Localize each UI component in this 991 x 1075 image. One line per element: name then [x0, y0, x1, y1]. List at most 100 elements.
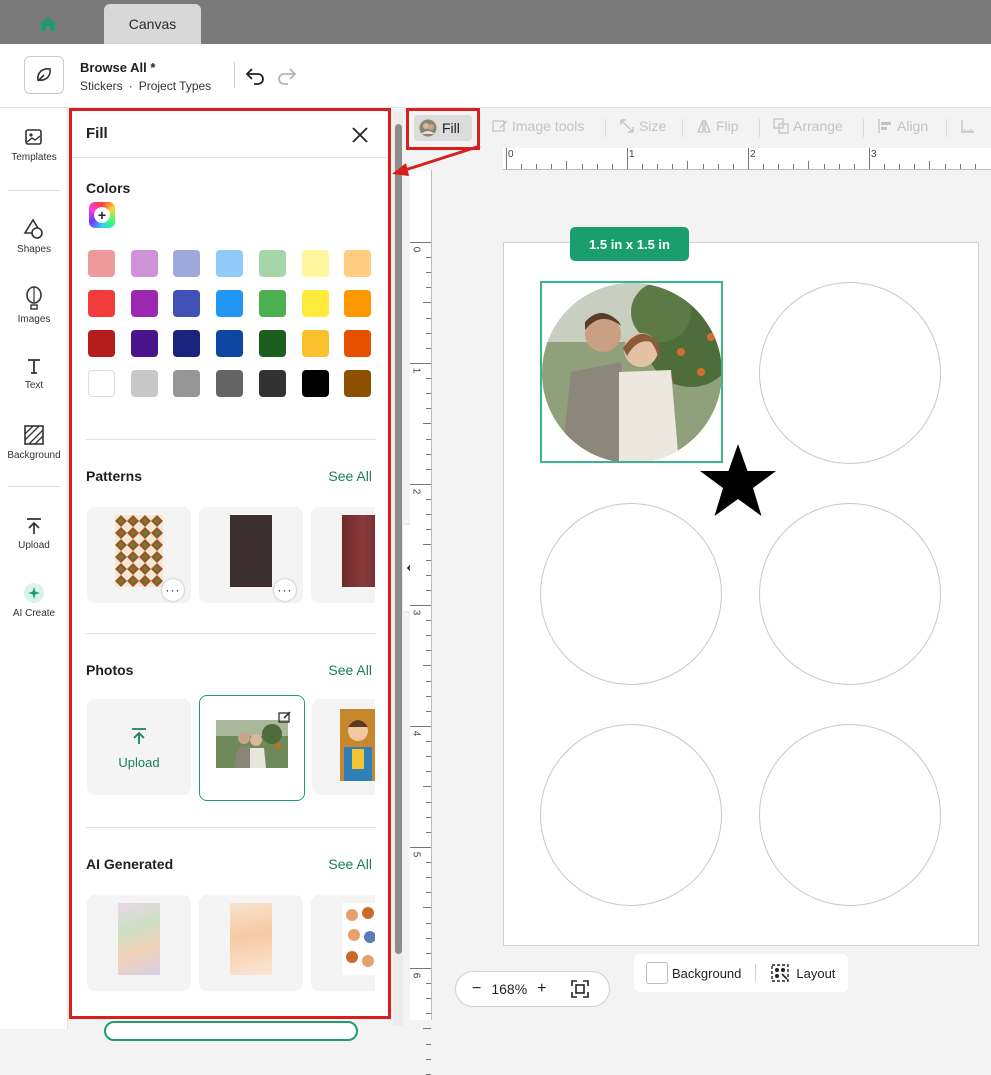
ruler-tick	[899, 164, 901, 169]
pattern-tile-maroon[interactable]	[311, 507, 375, 603]
sticker-circle[interactable]	[759, 724, 941, 906]
color-swatch[interactable]	[301, 330, 329, 357]
breadcrumb-stickers[interactable]: Stickers	[80, 79, 123, 93]
zoom-in-button[interactable]: +	[537, 980, 546, 998]
photo-tile-couple-selected[interactable]	[199, 695, 305, 801]
ruler-tick	[426, 680, 431, 682]
layout-icon[interactable]	[770, 963, 790, 983]
color-swatch[interactable]	[258, 370, 286, 397]
ruler-v-label: 4	[410, 730, 422, 737]
size-label: Size	[639, 118, 667, 134]
ruler-tick	[426, 453, 431, 455]
color-swatch[interactable]	[130, 330, 158, 357]
color-swatch[interactable]	[216, 370, 244, 397]
nav-images[interactable]: Images	[0, 286, 68, 325]
pattern-more-button[interactable]: ···	[274, 579, 296, 601]
breadcrumb-project-types[interactable]: Project Types	[139, 79, 211, 93]
panel-scrollbar-thumb[interactable]	[395, 124, 402, 954]
size-badge: 1.5 in x 1.5 in	[570, 227, 689, 261]
photo-tile-child[interactable]	[312, 699, 375, 795]
flip-button[interactable]: Flip	[696, 118, 739, 134]
tab-canvas[interactable]: Canvas	[104, 4, 201, 44]
star-shape[interactable]	[696, 440, 780, 524]
arrange-button[interactable]: Arrange	[773, 118, 843, 134]
sticker-circle[interactable]	[540, 503, 722, 685]
more-tools-button[interactable]	[960, 118, 976, 134]
color-swatch[interactable]	[173, 330, 201, 357]
home-button[interactable]	[26, 10, 70, 38]
pattern-tile-argyle[interactable]: ···	[87, 507, 191, 603]
ruler-tick	[627, 148, 628, 169]
color-swatch[interactable]	[88, 330, 115, 357]
patterns-see-all-link[interactable]: See All	[328, 468, 372, 484]
zoom-out-button[interactable]: −	[472, 980, 481, 998]
photo-upload-tile[interactable]: Upload	[87, 699, 191, 795]
edit-image-icon[interactable]	[278, 710, 292, 724]
nav-background[interactable]: Background	[0, 424, 68, 461]
project-logo-button[interactable]	[24, 56, 64, 94]
background-button-label[interactable]: Background	[672, 966, 741, 981]
ruler-tick	[687, 161, 689, 169]
color-swatch[interactable]	[258, 330, 286, 357]
color-swatch[interactable]	[216, 290, 244, 317]
background-color-swatch[interactable]	[646, 962, 668, 984]
bottom-bar-divider	[755, 964, 757, 982]
ruler-tick	[823, 164, 825, 169]
color-swatch[interactable]	[216, 250, 244, 277]
nav-text[interactable]: Text	[0, 356, 68, 391]
ruler-tick	[410, 242, 431, 243]
sticker-circle[interactable]	[759, 503, 941, 685]
align-button[interactable]: Align	[877, 118, 928, 134]
color-swatch[interactable]	[301, 290, 329, 317]
ai-see-all-link[interactable]: See All	[328, 856, 372, 872]
color-swatch[interactable]	[88, 290, 115, 317]
color-swatch[interactable]	[301, 370, 329, 397]
size-button[interactable]: Size	[619, 118, 666, 134]
ruler-tick	[426, 620, 431, 622]
nav-ai-create[interactable]: AI Create	[0, 582, 68, 619]
sticker-circle[interactable]	[759, 282, 941, 464]
shapes-icon	[23, 218, 43, 239]
color-swatch[interactable]	[173, 250, 201, 277]
project-title[interactable]: Browse All *	[80, 60, 155, 75]
color-swatch[interactable]	[344, 250, 372, 277]
color-swatch[interactable]	[130, 290, 158, 317]
photos-see-all-link[interactable]: See All	[328, 662, 372, 678]
ruler-tick	[426, 589, 431, 591]
color-swatch[interactable]	[258, 290, 286, 317]
ruler-tick	[423, 907, 431, 909]
close-icon[interactable]	[349, 124, 371, 146]
color-swatch[interactable]	[88, 250, 115, 277]
selection-frame[interactable]	[540, 281, 723, 463]
nav-upload[interactable]: Upload	[0, 516, 68, 551]
color-swatch[interactable]	[301, 250, 329, 277]
text-icon	[28, 359, 40, 374]
color-swatch[interactable]	[130, 250, 158, 277]
panel-bottom-button[interactable]	[104, 1021, 358, 1041]
sticker-circle[interactable]	[540, 724, 722, 906]
image-tools-button[interactable]: Image tools	[492, 118, 584, 134]
layout-button-label[interactable]: Layout	[796, 966, 835, 981]
pattern-tile-dark[interactable]: ···	[199, 507, 303, 603]
redo-icon[interactable]	[276, 64, 298, 86]
color-swatch[interactable]	[130, 370, 158, 397]
color-swatch[interactable]	[344, 370, 372, 397]
color-swatch[interactable]	[344, 290, 372, 317]
color-swatch[interactable]	[258, 250, 286, 277]
pattern-more-button[interactable]: ···	[162, 579, 184, 601]
color-swatch[interactable]	[88, 370, 115, 397]
color-swatch[interactable]	[344, 330, 372, 357]
color-swatch[interactable]	[173, 370, 201, 397]
fit-screen-icon[interactable]	[570, 980, 589, 998]
color-swatch[interactable]	[173, 290, 201, 317]
ruler-tick	[426, 771, 431, 773]
ai-tile-peach[interactable]	[199, 895, 303, 991]
color-swatch[interactable]	[216, 330, 244, 357]
ai-tile-watercolor[interactable]	[87, 895, 191, 991]
ai-tile-cartoon-kids[interactable]	[311, 895, 375, 991]
nav-templates[interactable]: Templates	[0, 128, 68, 163]
add-color-button[interactable]: +	[89, 202, 115, 228]
undo-icon[interactable]	[244, 64, 266, 86]
ruler-tick	[944, 164, 946, 169]
nav-shapes[interactable]: Shapes	[0, 218, 68, 255]
